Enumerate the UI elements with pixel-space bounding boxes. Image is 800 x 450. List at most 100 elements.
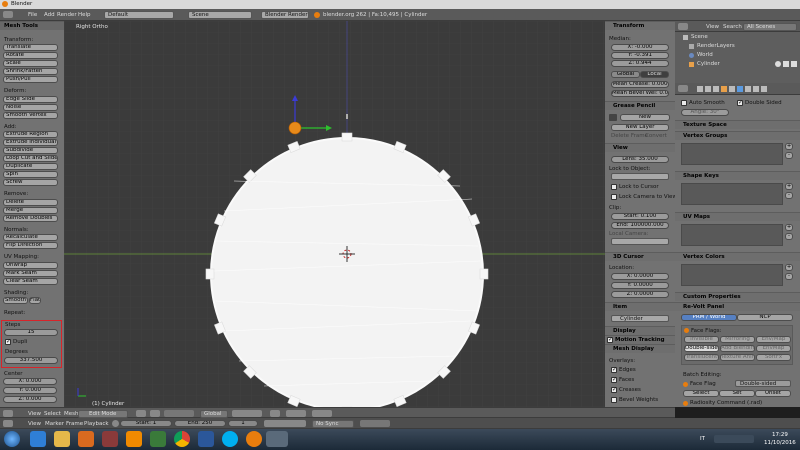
lens-field[interactable]: Lens: 35.000 [611,156,669,163]
editor-type-icon[interactable] [3,11,13,18]
skype-icon[interactable] [222,431,238,447]
snap-icon[interactable] [286,410,306,417]
angle-field[interactable]: Angle: 30° [681,109,729,116]
clip-end-field[interactable]: End: 100000.000 [611,222,669,229]
display-panel-header[interactable]: Display [605,326,675,335]
lock-camera-checkbox[interactable] [611,194,617,200]
uv-maps-list[interactable] [681,224,783,246]
clip-start-field[interactable]: Start: 0.100 [611,213,669,220]
delete-button[interactable]: Delete [3,199,58,206]
batch-select-button[interactable]: Select [683,390,719,397]
renderable-camera-icon[interactable] [791,61,797,67]
timeline-menu-frame[interactable]: Frame [66,421,83,427]
viewport-menu-view[interactable]: View [28,411,41,417]
playback-controls-icon[interactable] [264,420,306,427]
window-thumb-icon[interactable] [266,431,288,447]
texture-tab-icon[interactable] [761,86,767,92]
material-tab-icon[interactable] [753,86,759,92]
extrude-individual-button[interactable]: Extrude Individual [3,139,58,146]
constraints-tab-icon[interactable] [729,86,735,92]
scene-selector[interactable]: Scene [188,11,252,19]
vertex-color-remove-button[interactable]: - [785,273,793,280]
outliner-item-world[interactable]: World [675,51,800,60]
degrees-field[interactable]: 337.500 [4,357,58,364]
properties-editor-icon[interactable] [678,85,688,92]
center-x-field[interactable]: X: 0.000 [3,378,57,385]
outliner-item-cylinder[interactable]: Cylinder [675,60,800,69]
word-icon[interactable] [198,431,214,447]
grease-pencil-header[interactable]: Grease Pencil [605,101,675,110]
view-panel-header[interactable]: View [605,143,675,152]
revolt-panel-header[interactable]: Re-Volt Panel [675,302,800,311]
archive-icon[interactable] [102,431,118,447]
outliner-search-menu[interactable]: Search [723,24,742,30]
data-tab-icon[interactable] [745,86,751,92]
unwrap-button[interactable]: Unwrap [3,262,58,269]
keying-set-icon[interactable] [360,420,390,427]
flag-invisible[interactable]: Invisible [684,336,719,343]
push-pull-button[interactable]: Push/Pull [3,76,58,83]
flag-translucent[interactable]: Translucent [684,354,719,361]
scene-tab-icon[interactable] [705,86,711,92]
vertex-colors-list[interactable] [681,264,783,286]
selectable-cursor-icon[interactable] [783,61,789,67]
median-y-field[interactable]: Y: -0.391 [611,52,669,59]
shape-keys-list[interactable] [681,183,783,205]
uv-maps-header[interactable]: UV Maps [675,212,800,221]
record-icon[interactable] [112,420,119,427]
mark-seam-button[interactable]: Mark Seam [3,270,58,277]
flag-texture-anim[interactable]: Texture Anim [720,354,755,361]
viewport-editor-icon[interactable] [3,410,13,417]
median-x-field[interactable]: X: -0.000 [611,44,669,51]
clear-seam-button[interactable]: Clear Seam [3,278,58,285]
duplicate-button[interactable]: Duplicate [3,163,58,170]
merge-button[interactable]: Merge [3,207,58,214]
mean-bevel-field[interactable]: Mean Bevel Wei: 0.000 [611,90,669,97]
uv-map-add-button[interactable]: + [785,224,793,231]
recalculate-button[interactable]: Recalculate [3,234,58,241]
app-icon[interactable] [150,431,166,447]
select-mode-icons[interactable] [232,410,262,417]
extrude-region-button[interactable]: Extrude Region [3,131,58,138]
new-layer-button[interactable]: New Layer [611,124,669,131]
pencil-icon[interactable] [609,114,617,121]
edges-checkbox[interactable] [611,366,617,373]
scale-button[interactable]: Scale [3,60,58,67]
shape-key-add-button[interactable]: + [785,183,793,190]
flag-double-sided[interactable]: Double-sided [684,345,719,352]
shape-keys-header[interactable]: Shape Keys [675,171,800,180]
global-toggle[interactable]: Global [611,71,640,78]
proportional-edit-icon[interactable] [270,410,280,417]
start-button-icon[interactable] [4,431,20,447]
mesh-display-header[interactable]: Mesh Display [605,344,675,353]
vertex-group-add-button[interactable]: + [785,143,793,150]
item-name-field[interactable]: Cylinder [611,315,669,322]
render-engine-selector[interactable]: Blender Render [261,11,309,19]
chrome-icon[interactable] [174,431,190,447]
vertex-groups-list[interactable] [681,143,783,165]
transform-panel-header[interactable]: Transform [605,21,675,30]
outliner-view-menu[interactable]: View [706,24,719,30]
shading-smooth-button[interactable]: Smooth [3,297,28,304]
screw-button[interactable]: Screw [3,179,58,186]
tab-ncp[interactable]: NCP [737,314,793,321]
tray-icons[interactable] [714,435,754,443]
3d-cursor-header[interactable]: 3D Cursor [605,252,675,261]
steps-field[interactable]: 15 [4,329,58,336]
vertex-colors-header[interactable]: Vertex Colors [675,252,800,261]
grease-new-button[interactable]: New [620,114,670,121]
shading-mode-icon[interactable] [136,410,146,417]
cursor-z-field[interactable]: Z: 0.0000 [611,291,669,298]
menu-file[interactable]: File [28,12,37,18]
smooth-vertex-button[interactable]: Smooth Vertex [3,112,58,119]
texture-space-header[interactable]: Texture Space [675,120,800,129]
creases-checkbox[interactable] [611,386,617,393]
vertex-groups-header[interactable]: Vertex Groups [675,131,800,140]
uv-map-remove-button[interactable]: - [785,233,793,240]
vertex-group-remove-button[interactable]: - [785,152,793,159]
local-camera-field[interactable] [611,238,669,245]
sync-mode-select[interactable]: No Sync [312,420,354,428]
timeline-menu-view[interactable]: View [28,421,41,427]
manipulator-icon[interactable] [164,410,194,417]
face-flag-select[interactable]: Double-sided [735,380,791,387]
